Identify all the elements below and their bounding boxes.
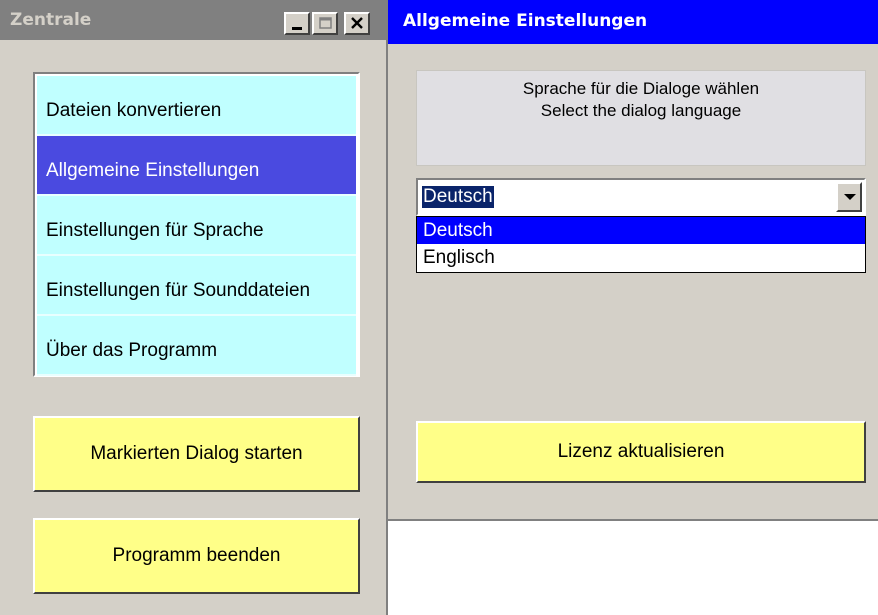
list-item-dateien-konvertieren[interactable]: Dateien konvertieren <box>37 76 356 136</box>
window-title: Allgemeine Einstellungen <box>403 11 648 31</box>
zentrale-window: Zentrale Dateien konvertieren Allgemeine… <box>0 0 388 615</box>
settings-titlebar[interactable]: Allgemeine Einstellungen <box>388 0 878 44</box>
dropdown-button[interactable] <box>836 182 862 212</box>
dropdown-option-englisch[interactable]: Englisch <box>417 244 865 271</box>
quit-program-button[interactable]: Programm beenden <box>33 518 360 594</box>
list-item-label: Einstellungen für Sounddateien <box>46 280 311 301</box>
dropdown-option-deutsch[interactable]: Deutsch <box>417 217 865 244</box>
window-title: Zentrale <box>10 10 92 30</box>
minimize-button[interactable] <box>284 12 310 35</box>
maximize-icon <box>319 17 332 29</box>
zentrale-titlebar[interactable]: Zentrale <box>0 0 386 40</box>
list-item-label: Allgemeine Einstellungen <box>46 160 260 181</box>
dialog-list[interactable]: Dateien konvertieren Allgemeine Einstell… <box>33 72 360 377</box>
chevron-down-icon <box>844 194 856 200</box>
list-item-einstellungen-sounddateien[interactable]: Einstellungen für Sounddateien <box>37 256 356 316</box>
quit-program-label: Programm beenden <box>112 545 281 566</box>
list-item-ueber-das-programm[interactable]: Über das Programm <box>37 316 356 376</box>
list-item-label: Dateien konvertieren <box>46 100 222 121</box>
close-icon <box>351 17 363 29</box>
language-combobox[interactable]: Deutsch <box>416 178 866 216</box>
list-item-label: Einstellungen für Sprache <box>46 220 264 241</box>
language-prompt-german: Sprache für die Dialoge wählen <box>522 79 760 98</box>
close-button[interactable] <box>344 12 370 35</box>
list-item-allgemeine-einstellungen[interactable]: Allgemeine Einstellungen <box>37 136 356 196</box>
list-item-einstellungen-sprache[interactable]: Einstellungen für Sprache <box>37 196 356 256</box>
maximize-button[interactable] <box>312 12 338 35</box>
list-item-label: Über das Programm <box>46 340 218 361</box>
update-license-label: Lizenz aktualisieren <box>557 441 725 462</box>
settings-window: Allgemeine Einstellungen Sprache für die… <box>388 0 878 521</box>
start-dialog-button[interactable]: Markierten Dialog starten <box>33 416 360 492</box>
language-dropdown-list[interactable]: Deutsch Englisch <box>416 216 866 273</box>
language-prompt-english: Select the dialog language <box>540 101 742 120</box>
start-dialog-label: Markierten Dialog starten <box>90 443 303 464</box>
language-prompt-panel: Sprache für die Dialoge wählen Select th… <box>416 70 866 166</box>
minimize-icon <box>292 27 302 30</box>
combobox-value: Deutsch <box>422 186 494 208</box>
update-license-button[interactable]: Lizenz aktualisieren <box>416 421 866 483</box>
